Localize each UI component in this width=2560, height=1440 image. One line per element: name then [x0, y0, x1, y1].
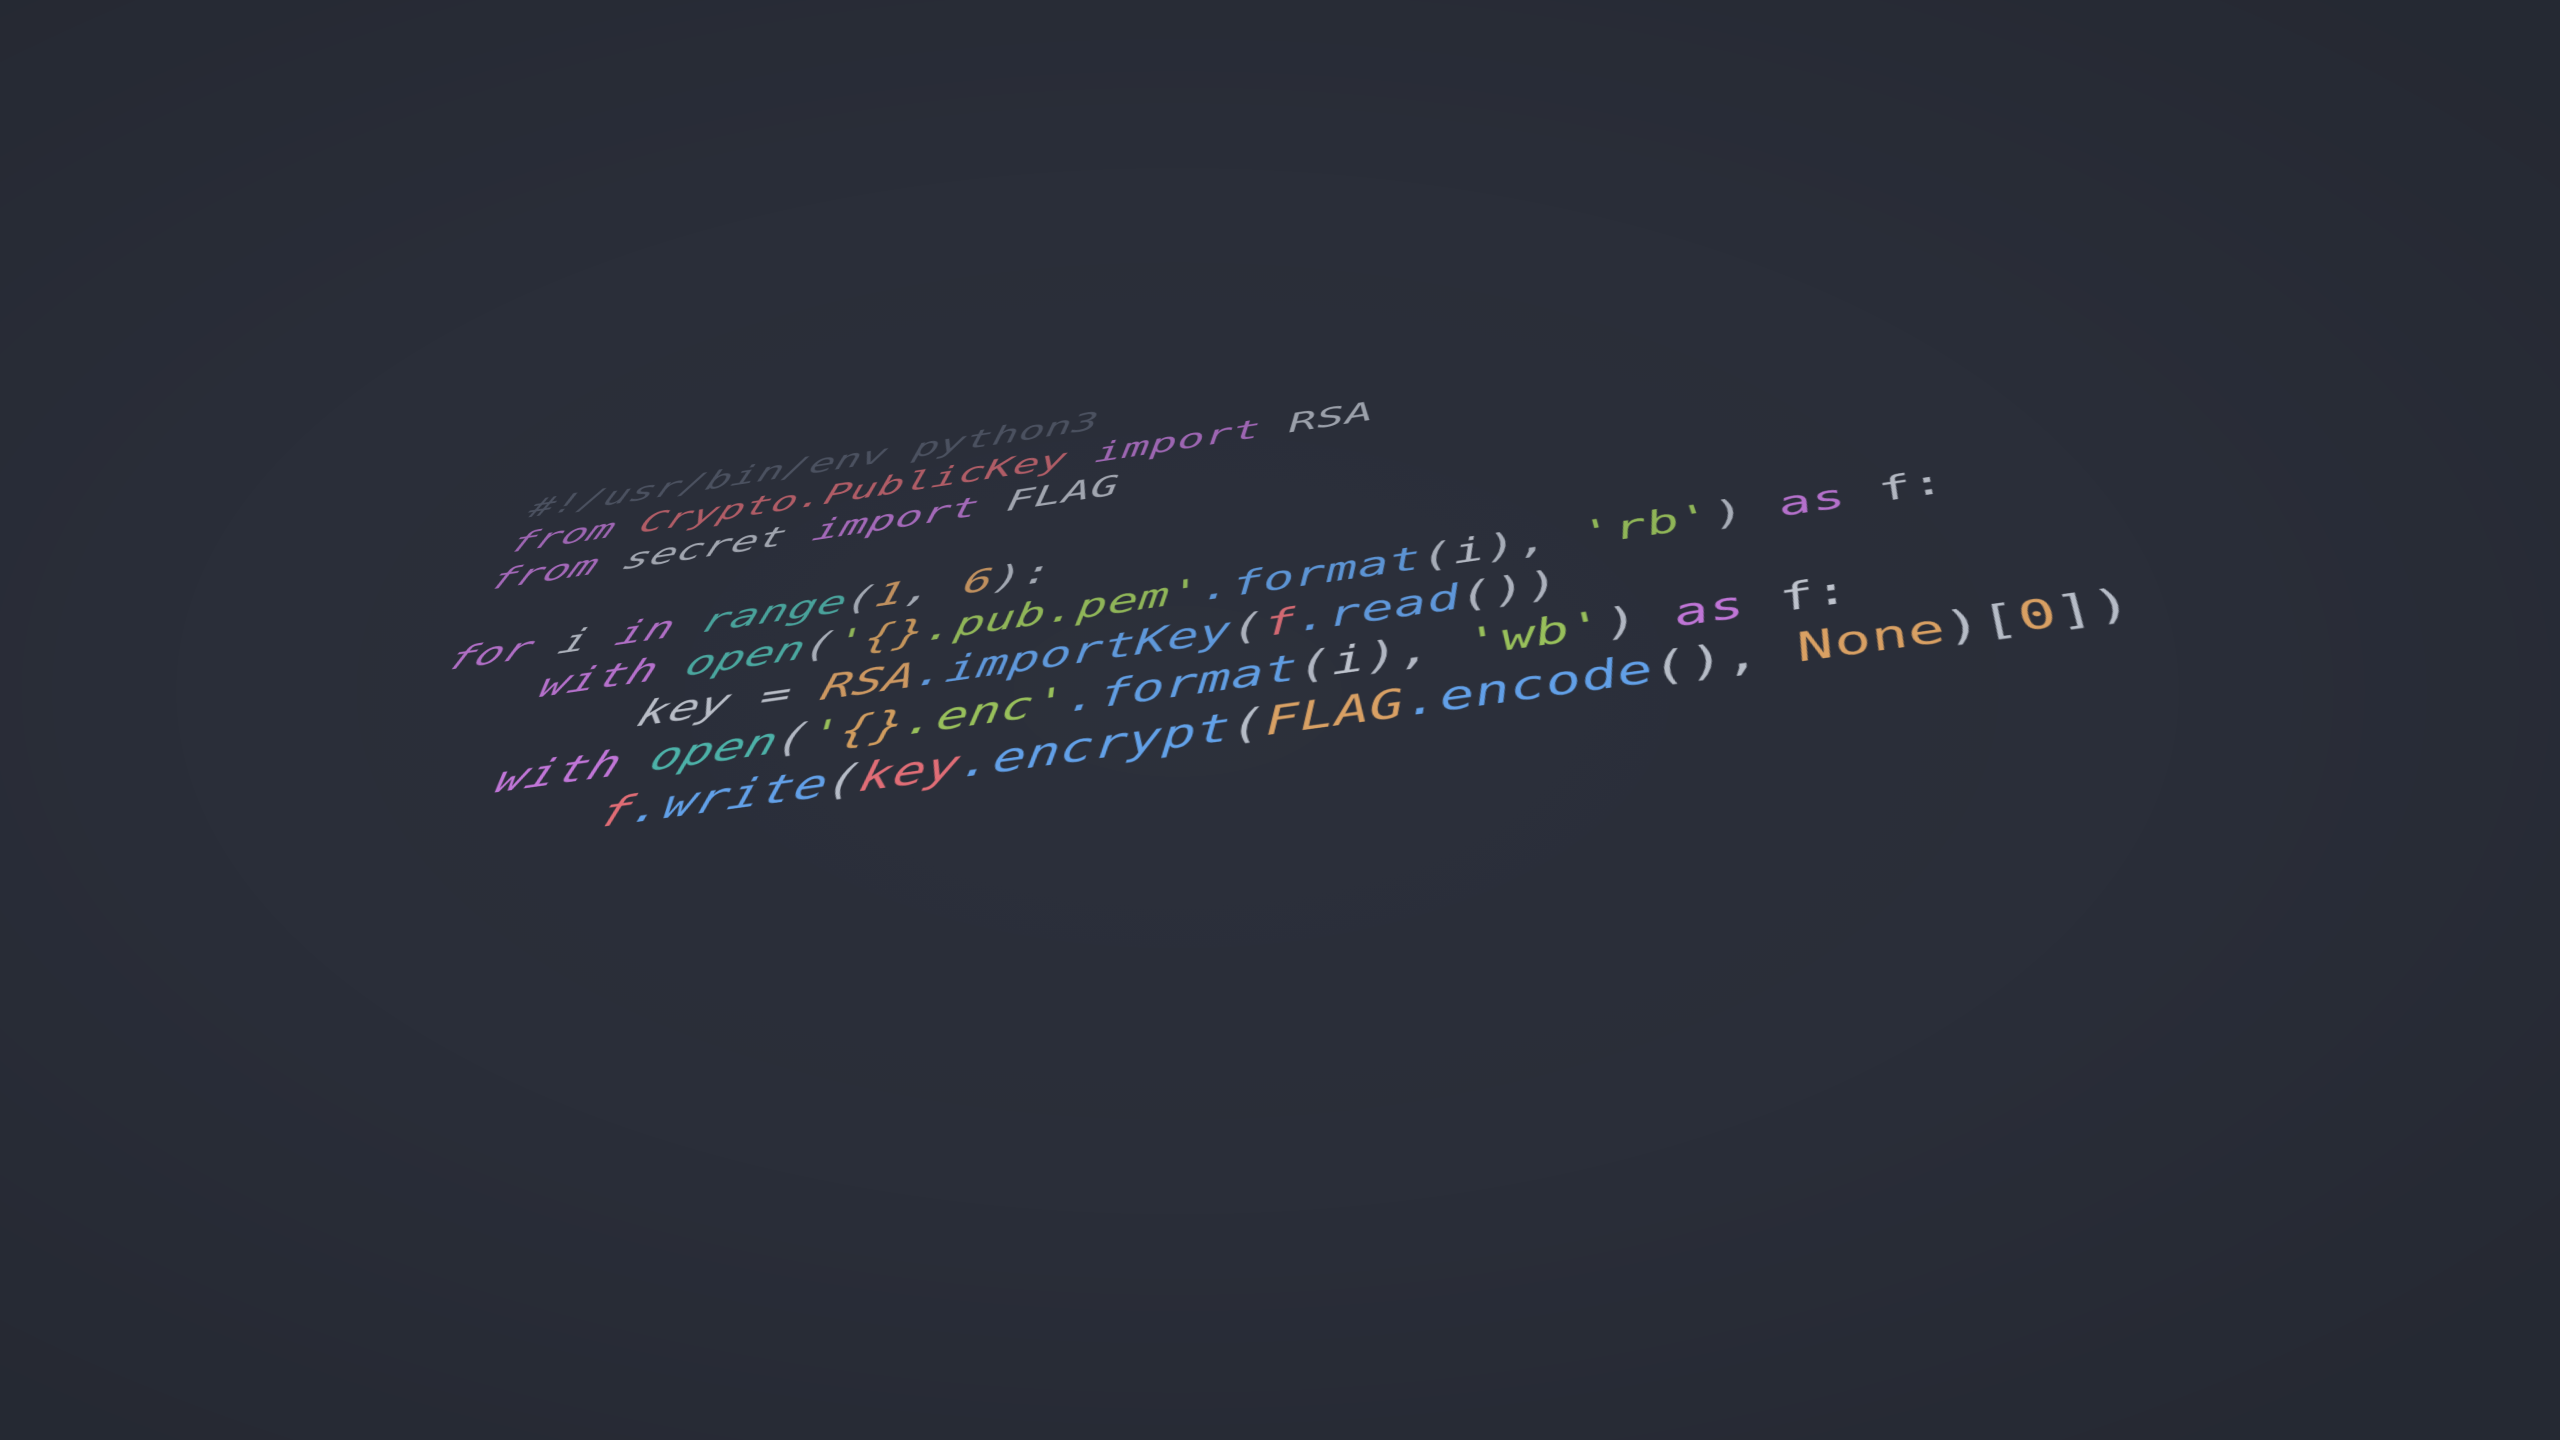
code-token: f	[1263, 600, 1297, 645]
code-token: (	[1297, 641, 1333, 689]
code-token: )	[1598, 593, 1681, 645]
code-token: {}	[835, 701, 910, 754]
code-token: i	[1330, 636, 1367, 684]
code-token: as	[1667, 583, 1752, 635]
python-code-snippet: #!/usr/bin/env python3 from Crypto.Public…	[333, 274, 2147, 876]
code-token: )	[1705, 487, 1786, 534]
code-token: f:	[1770, 568, 1859, 620]
code-token: open	[679, 628, 811, 685]
code-token: (	[1231, 604, 1265, 650]
code-perspective-stage: #!/usr/bin/env python3 from Crypto.Public…	[0, 0, 2560, 1440]
wallpaper-canvas: #!/usr/bin/env python3 from Crypto.Public…	[0, 0, 2560, 1440]
code-token: key	[854, 741, 965, 802]
code-token: as	[1770, 477, 1853, 524]
code-token: (	[1230, 699, 1266, 750]
code-token: in	[609, 608, 682, 654]
code-token: ):	[989, 552, 1055, 598]
code-token: f:	[1868, 462, 1955, 509]
